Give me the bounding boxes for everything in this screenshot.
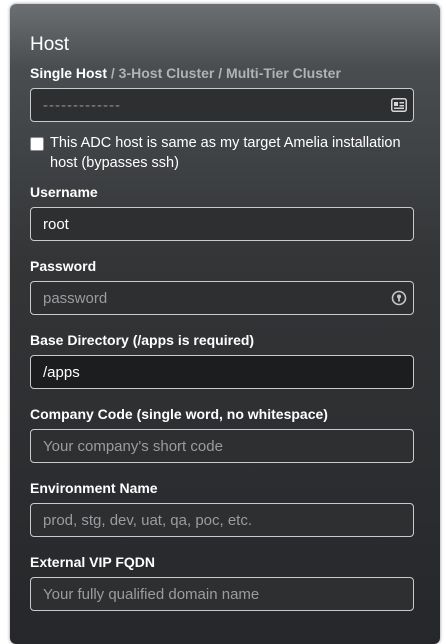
company-code-label: Company Code (single word, no whitespace…	[30, 406, 328, 422]
environment-name-input[interactable]	[30, 503, 414, 537]
password-label: Password	[30, 258, 97, 274]
password-input[interactable]	[30, 281, 414, 315]
section-title: Host	[30, 34, 70, 55]
username-label: Username	[30, 184, 98, 200]
host-mode-selector: Single Host / 3-Host Cluster / Multi-Tie…	[30, 65, 341, 81]
environment-name-label: Environment Name	[30, 480, 158, 496]
username-input[interactable]	[30, 207, 414, 241]
external-vip-fqdn-label: External VIP FQDN	[30, 554, 156, 570]
base-directory-input[interactable]	[30, 355, 414, 389]
external-vip-fqdn-input[interactable]	[30, 577, 414, 611]
same-host-checkbox[interactable]	[30, 137, 44, 151]
mode-cluster-options[interactable]: / 3-Host Cluster / Multi-Tier Cluster	[107, 65, 341, 81]
id-card-icon[interactable]	[389, 95, 409, 115]
password-manager-icon[interactable]	[389, 288, 409, 308]
company-code-input[interactable]	[30, 429, 414, 463]
host-input[interactable]	[30, 88, 414, 122]
base-directory-label: Base Directory (/apps is required)	[30, 332, 255, 348]
mode-single-host[interactable]: Single Host	[30, 65, 107, 81]
same-host-checkbox-label: This ADC host is same as my target Ameli…	[50, 135, 401, 171]
